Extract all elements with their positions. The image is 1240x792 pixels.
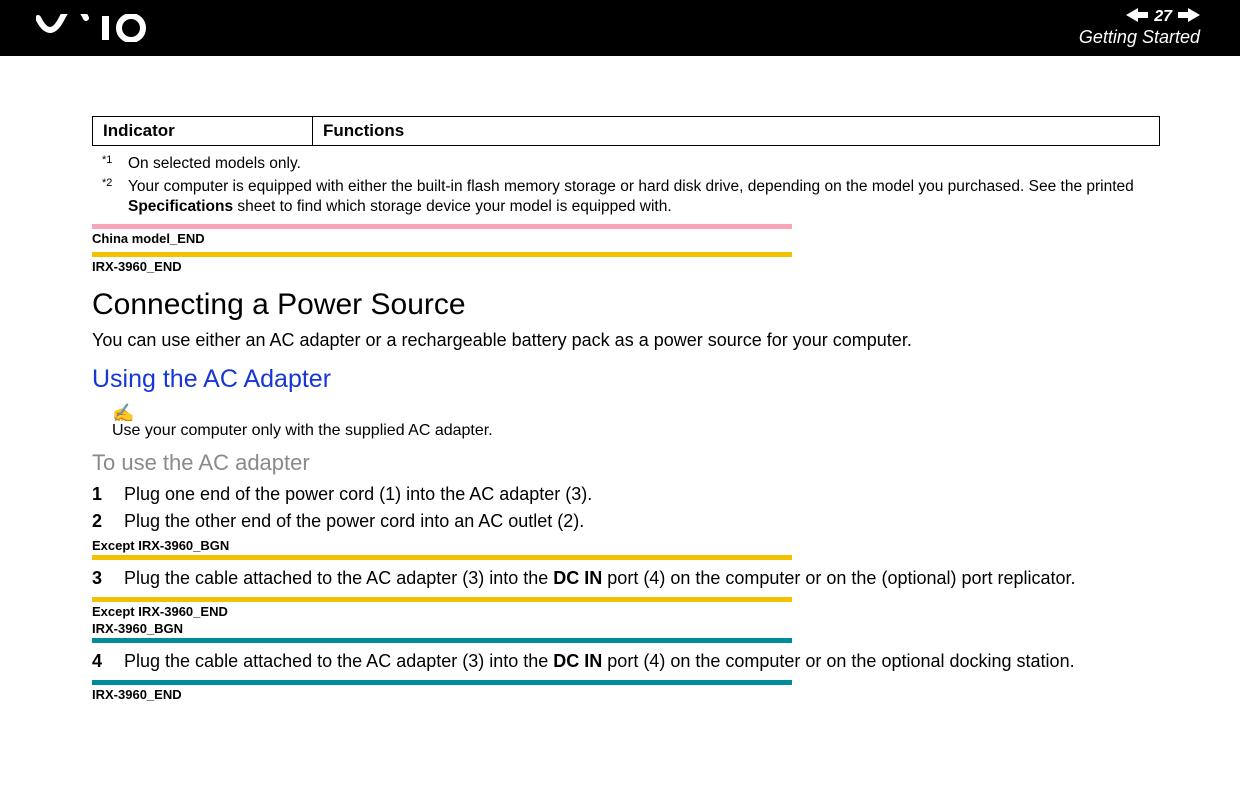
page-content: Indicator Functions *1 On selected model…	[0, 56, 1240, 702]
step-number: 3	[92, 568, 106, 589]
heading-using-ac-adapter: Using the AC Adapter	[92, 365, 1160, 394]
footnote-text: Your computer is equipped with either th…	[128, 177, 1156, 216]
footnote-1: *1 On selected models only.	[92, 152, 1160, 175]
step-number: 4	[92, 651, 106, 672]
note-text: Use your computer only with the supplied…	[112, 422, 1160, 440]
step-text: Plug one end of the power cord (1) into …	[124, 484, 592, 505]
step-2: 2 Plug the other end of the power cord i…	[92, 511, 1160, 532]
step-4: 4 Plug the cable attached to the AC adap…	[92, 651, 1160, 672]
step-1: 1 Plug one end of the power cord (1) int…	[92, 484, 1160, 505]
step-text: Plug the cable attached to the AC adapte…	[124, 568, 1076, 589]
section-title: Getting Started	[1079, 28, 1200, 48]
step-number: 2	[92, 511, 106, 532]
intro-text: You can use either an AC adapter or a re…	[92, 330, 1160, 351]
divider-teal	[92, 638, 792, 643]
page-number: 27	[1154, 8, 1172, 26]
prev-page-arrow[interactable]	[1126, 8, 1148, 27]
header-bar: 27 Getting Started	[0, 0, 1240, 56]
step-3: 3 Plug the cable attached to the AC adap…	[92, 568, 1160, 589]
footnote-text: On selected models only.	[128, 154, 301, 173]
indicator-table: Indicator Functions	[92, 116, 1160, 146]
divider-teal	[92, 680, 792, 685]
footnote-mark: *1	[102, 154, 118, 166]
banner-except-bgn: Except IRX-3960_BGN	[92, 538, 1160, 553]
table-header-functions: Functions	[313, 117, 1160, 146]
page-nav: 27 Getting Started	[1079, 8, 1200, 48]
divider-yellow	[92, 597, 792, 602]
next-page-arrow[interactable]	[1178, 8, 1200, 27]
step-number: 1	[92, 484, 106, 505]
banner-irx-end-2: IRX-3960_END	[92, 687, 1160, 702]
banner-china-end: China model_END	[92, 231, 1160, 246]
divider-yellow	[92, 555, 792, 560]
table-header-indicator: Indicator	[93, 117, 313, 146]
heading-to-use-ac-adapter: To use the AC adapter	[92, 450, 1160, 476]
pencil-icon: ✍	[112, 404, 1160, 422]
vaio-logo	[36, 14, 166, 42]
heading-connecting-power: Connecting a Power Source	[92, 288, 1160, 322]
footnote-mark: *2	[102, 177, 118, 189]
divider-pink	[92, 224, 792, 229]
banner-except-end: Except IRX-3960_END	[92, 604, 1160, 619]
banner-irx-end: IRX-3960_END	[92, 259, 1160, 274]
step-text: Plug the cable attached to the AC adapte…	[124, 651, 1075, 672]
banner-irx-bgn: IRX-3960_BGN	[92, 621, 1160, 636]
step-text: Plug the other end of the power cord int…	[124, 511, 584, 532]
note: ✍ Use your computer only with the suppli…	[112, 404, 1160, 440]
divider-yellow	[92, 252, 792, 257]
footnote-2: *2 Your computer is equipped with either…	[92, 175, 1160, 218]
